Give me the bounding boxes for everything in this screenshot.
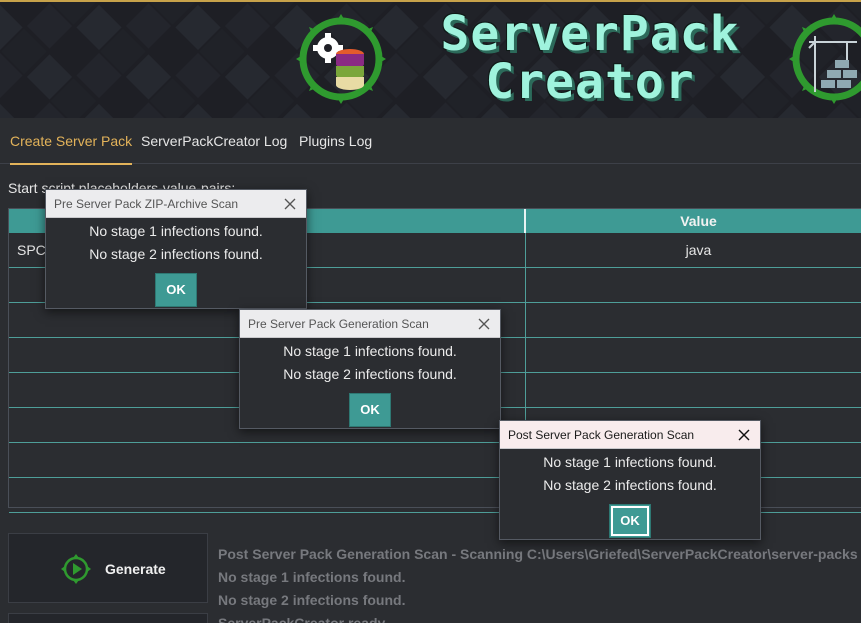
table-cell-value[interactable]: java	[528, 233, 861, 267]
dialog-message-line: No stage 2 infections found.	[543, 477, 717, 493]
close-icon[interactable]	[734, 425, 754, 445]
table-cell-value[interactable]	[528, 338, 861, 372]
ok-button[interactable]: OK	[155, 273, 197, 307]
column-header-value[interactable]: Value	[528, 209, 861, 233]
status-log-line: ServerPackCreator ready.	[218, 615, 389, 623]
table-cell-value[interactable]	[528, 268, 861, 302]
generate-button-label: Generate	[105, 561, 166, 577]
dialog-message-line: No stage 1 infections found.	[89, 223, 263, 239]
post-generation-scan-dialog[interactable]: Post Server Pack Generation Scan No stag…	[499, 420, 761, 540]
pre-generation-scan-dialog[interactable]: Pre Server Pack Generation Scan No stage…	[239, 309, 501, 429]
banner-title-line2: Creator	[485, 54, 695, 110]
play-circle-icon	[61, 554, 91, 584]
close-icon[interactable]	[474, 314, 494, 334]
dialog-message-line: No stage 2 infections found.	[283, 366, 457, 382]
dialog-title: Post Server Pack Generation Scan	[508, 428, 695, 442]
generate-button[interactable]: Generate	[8, 533, 208, 603]
secondary-action-button[interactable]	[8, 613, 208, 623]
banner-title-line1: ServerPack	[440, 6, 740, 62]
status-log-line: Post Server Pack Generation Scan - Scann…	[218, 546, 858, 562]
ok-button[interactable]: OK	[349, 393, 391, 427]
dialog-message-line: No stage 2 infections found.	[89, 246, 263, 262]
dialog-message-line: No stage 1 infections found.	[543, 454, 717, 470]
ok-button[interactable]: OK	[609, 504, 651, 538]
status-log-line: No stage 2 infections found.	[218, 592, 406, 608]
dialog-message-line: No stage 1 infections found.	[283, 343, 457, 359]
dialog-title-bar[interactable]: Post Server Pack Generation Scan	[500, 421, 760, 449]
gear-database-logo-icon	[296, 14, 386, 104]
header-banner: ServerPack Creator	[0, 0, 861, 118]
table-cell-value[interactable]	[528, 303, 861, 337]
close-icon[interactable]	[280, 194, 300, 214]
tab-serverpackcreator-log[interactable]: ServerPackCreator Log	[141, 118, 287, 164]
crane-bricks-logo-icon	[789, 14, 861, 104]
dialog-title-bar[interactable]: Pre Server Pack ZIP-Archive Scan	[46, 190, 306, 218]
status-log-line: No stage 1 infections found.	[218, 569, 406, 585]
table-cell-key[interactable]	[9, 443, 526, 477]
pre-zip-archive-scan-dialog[interactable]: Pre Server Pack ZIP-Archive Scan No stag…	[45, 189, 307, 309]
table-cell-value[interactable]	[528, 373, 861, 407]
table-cell-key[interactable]	[9, 478, 526, 512]
banner-title: ServerPack Creator	[400, 10, 780, 106]
tab-create-server-pack[interactable]: Create Server Pack	[10, 118, 133, 165]
dialog-title: Pre Server Pack ZIP-Archive Scan	[54, 197, 239, 211]
tab-plugins-log[interactable]: Plugins Log	[299, 118, 372, 164]
dialog-title: Pre Server Pack Generation Scan	[248, 317, 429, 331]
dialog-title-bar[interactable]: Pre Server Pack Generation Scan	[240, 310, 500, 338]
main-tab-bar: Create Server Pack ServerPackCreator Log…	[0, 118, 861, 165]
